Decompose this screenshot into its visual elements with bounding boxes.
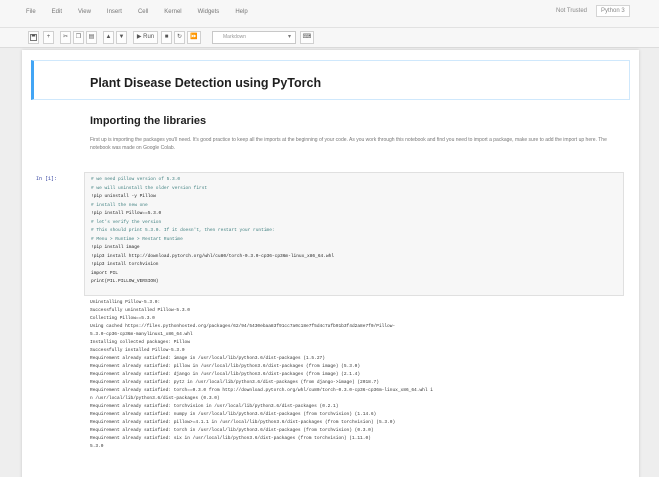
run-button[interactable]: ▶ Run [133, 31, 158, 44]
notebook-toolbar: + ✂ ❐ ▤ ▲ ▼ ▶ Run ■ ↻ ⏩ Markdown ▾ ⌨ [0, 28, 659, 48]
paste-button[interactable]: ▤ [86, 31, 97, 44]
paste-icon: ▤ [88, 34, 95, 40]
copy-button[interactable]: ❐ [73, 31, 84, 44]
code-line: # we will uninstall the older version fi… [91, 185, 208, 191]
restart-button[interactable]: ↻ [174, 31, 185, 44]
output-line: Requirement already satisfied: torch==0.… [90, 388, 433, 393]
output-line: Requirement already satisfied: torchvisi… [90, 404, 339, 409]
code-line: # This should print 5.3.0. If it doesn't… [91, 228, 275, 233]
command-palette-button[interactable]: ⌨ [300, 31, 314, 44]
code-cell-editor[interactable]: # we need pillow version of 5.3.0 # we w… [84, 172, 624, 296]
code-line: # Menu > Runtime > Restart Runtime [91, 236, 183, 242]
output-line: Requirement already satisfied: six in /u… [90, 436, 371, 441]
output-line: n /usr/local/lib/python3.6/dist-packages… [90, 396, 220, 401]
save-button[interactable] [28, 31, 39, 44]
output-line: Requirement already satisfied: pillow>=4… [90, 420, 396, 425]
notebook-title: Plant Disease Detection using PyTorch [90, 76, 322, 90]
play-icon: ▶ [136, 34, 142, 40]
notebook-page: Plant Disease Detection using PyTorch Im… [22, 50, 639, 477]
section-heading: Importing the libraries [90, 115, 207, 127]
stop-icon: ■ [164, 34, 169, 40]
trust-status-button[interactable]: Not Trusted [556, 8, 587, 14]
arrow-down-icon: ▼ [118, 34, 125, 40]
output-line: Requirement already satisfied: django in… [90, 372, 361, 377]
keyboard-icon: ⌨ [302, 34, 312, 40]
menu-insert[interactable]: Insert [107, 9, 122, 15]
cut-icon: ✂ [62, 34, 69, 40]
code-line: # we need pillow version of 5.3.0 [91, 177, 181, 182]
output-link-line[interactable]: 5.3.0-cp36-cp36m-manylinux1_x86_64.whl [90, 332, 193, 337]
output-line: 5.3.0 [90, 444, 104, 449]
menu-view[interactable]: View [78, 9, 91, 15]
run-label: Run [143, 34, 155, 40]
insert-cell-button[interactable]: + [43, 31, 54, 44]
menu-edit[interactable]: Edit [52, 9, 62, 15]
move-up-button[interactable]: ▲ [103, 31, 114, 44]
arrow-up-icon: ▲ [105, 34, 112, 40]
output-line: Successfully uninstalled Pillow-5.3.0 [90, 308, 190, 313]
menu-kernel[interactable]: Kernel [164, 9, 181, 15]
code-line: !pip3 install torchvision [91, 262, 159, 267]
output-line: Requirement already satisfied: torch in … [90, 428, 374, 433]
restart-icon: ↻ [176, 34, 183, 40]
output-line: Uninstalling Pillow-5.3.0: [90, 300, 161, 305]
menu-widgets[interactable]: Widgets [198, 9, 220, 15]
fast-forward-icon: ⏩ [190, 34, 198, 40]
output-line: Installing collected packages: Pillow [90, 340, 190, 345]
output-line: Requirement already satisfied: image in … [90, 356, 325, 361]
code-line: # install the new one [91, 202, 148, 208]
copy-icon: ❐ [75, 34, 82, 40]
output-line: Requirement already satisfied: numpy in … [90, 412, 377, 417]
output-link-line[interactable]: Using cached https://files.pythonhosted.… [90, 324, 395, 329]
menu-cell[interactable]: Cell [138, 9, 148, 15]
menu-bar: File Edit View Insert Cell Kernel Widget… [0, 0, 659, 28]
code-line: !pip uninstall -y Pillow [91, 194, 156, 199]
intro-paragraph: First up is importing the packages you'l… [90, 137, 607, 151]
cell-type-value: Markdown [223, 34, 247, 40]
save-icon [30, 34, 37, 41]
output-line: Requirement already satisfied: pytz in /… [90, 380, 379, 385]
kernel-indicator[interactable]: Python 3 [596, 5, 630, 17]
code-line: !pip install image [91, 245, 140, 250]
output-line: Requirement already satisfied: pillow in… [90, 364, 361, 369]
cell-type-select[interactable]: Markdown ▾ [212, 31, 296, 44]
code-line: !pip install Pillow==5.3.0 [91, 211, 162, 216]
cut-button[interactable]: ✂ [60, 31, 71, 44]
interrupt-button[interactable]: ■ [161, 31, 172, 44]
add-icon: + [46, 34, 51, 40]
output-line: Successfully installed Pillow-5.3.0 [90, 348, 185, 353]
input-prompt: In [1]: [36, 176, 58, 182]
jupyter-notebook-window: File Edit View Insert Cell Kernel Widget… [0, 0, 659, 477]
code-line: print(PIL.PILLOW_VERSION) [91, 279, 159, 284]
chevron-down-icon: ▾ [287, 34, 291, 40]
restart-run-all-button[interactable]: ⏩ [187, 31, 201, 44]
output-line: Collecting Pillow==5.3.0 [90, 316, 155, 321]
code-line: # let's verify the version [91, 219, 162, 225]
menu-help[interactable]: Help [235, 9, 247, 15]
menu-list: File Edit View Insert Cell Kernel Widget… [26, 9, 264, 15]
code-line: import PIL [91, 270, 119, 276]
menu-file[interactable]: File [26, 9, 36, 15]
move-down-button[interactable]: ▼ [116, 31, 127, 44]
code-line: !pip3 install http://download.pytorch.or… [91, 253, 335, 259]
